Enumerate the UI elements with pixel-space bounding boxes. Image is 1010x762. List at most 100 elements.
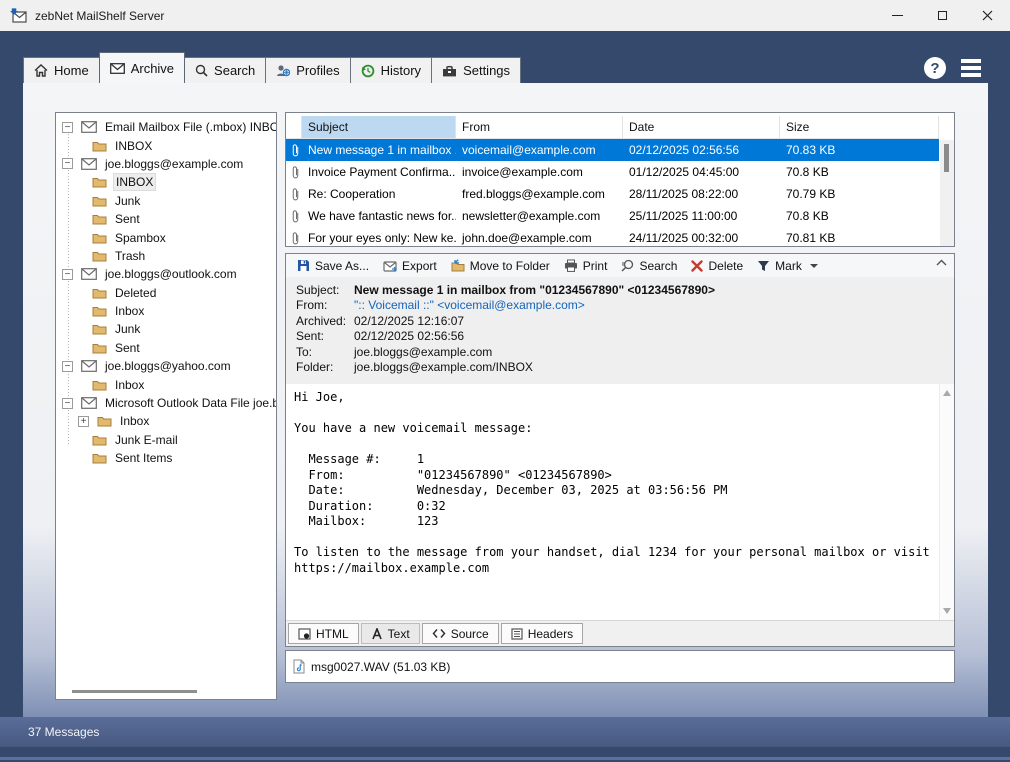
tab-label: Profiles xyxy=(296,63,339,78)
tree-item-mailbox[interactable]: − Email Mailbox File (.mbox) INBOX xyxy=(56,118,276,136)
tab-search[interactable]: Search xyxy=(184,57,266,83)
save-as-button[interactable]: Save As... xyxy=(290,259,376,273)
message-row[interactable]: For your eyes only: New ke... john.doe@e… xyxy=(286,227,939,247)
tree-horizontal-scrollbar[interactable] xyxy=(60,687,272,696)
move-to-folder-button[interactable]: Move to Folder xyxy=(444,259,557,273)
menu-icon[interactable] xyxy=(961,59,981,77)
text-view-icon xyxy=(371,628,383,640)
tree-item-folder[interactable]: INBOX xyxy=(56,136,276,154)
tree-item-folder[interactable]: Spambox xyxy=(56,228,276,246)
search-button[interactable]: Search xyxy=(614,259,684,273)
tree-item-folder[interactable]: Junk xyxy=(56,320,276,338)
cell-subject: Invoice Payment Confirma... xyxy=(302,165,456,179)
cell-size: 70.83 KB xyxy=(780,143,939,157)
view-tab-source[interactable]: Source xyxy=(422,623,499,644)
mailbox-icon xyxy=(81,397,97,409)
cell-from: newsletter@example.com xyxy=(456,209,623,223)
collapse-pane-button[interactable] xyxy=(936,259,947,266)
message-row[interactable]: Invoice Payment Confirma... invoice@exam… xyxy=(286,161,939,183)
view-tab-text[interactable]: Text xyxy=(361,623,420,644)
delete-label: Delete xyxy=(708,259,743,273)
list-vertical-scrollbar[interactable] xyxy=(940,140,954,246)
tab-profiles[interactable]: Profiles xyxy=(265,57,350,83)
cell-size: 70.8 KB xyxy=(780,209,939,223)
mailbox-icon xyxy=(81,360,97,372)
tree-item-label: Spambox xyxy=(113,230,168,246)
search-label: Search xyxy=(639,259,677,273)
tree-item-folder[interactable]: Sent xyxy=(56,210,276,228)
folder-icon xyxy=(92,250,107,262)
close-button[interactable] xyxy=(965,0,1010,31)
html-view-icon xyxy=(298,628,311,640)
tree-item-folder[interactable]: Junk xyxy=(56,192,276,210)
header-label-folder: Folder: xyxy=(296,360,354,375)
folder-icon xyxy=(97,415,112,427)
attachment-column-header[interactable] xyxy=(286,116,302,138)
tree-item-mailbox[interactable]: − Microsoft Outlook Data File joe.bl xyxy=(56,394,276,412)
tab-label: History xyxy=(381,63,421,78)
column-header-size[interactable]: Size xyxy=(780,116,939,138)
tab-archive[interactable]: Archive xyxy=(99,52,185,83)
message-row[interactable]: We have fantastic news for... newsletter… xyxy=(286,205,939,227)
tree-item-label: joe.bloggs@yahoo.com xyxy=(103,358,233,374)
cell-subject: For your eyes only: New ke... xyxy=(302,231,456,245)
help-icon[interactable]: ? xyxy=(924,57,946,79)
tab-home[interactable]: Home xyxy=(23,57,100,83)
message-row-selected[interactable]: New message 1 in mailbox ... voicemail@e… xyxy=(286,139,939,161)
tree-item-mailbox[interactable]: − joe.bloggs@example.com xyxy=(56,155,276,173)
expand-toggle-icon[interactable]: + xyxy=(78,416,89,427)
status-bar: 37 Messages xyxy=(0,717,1010,747)
collapse-toggle-icon[interactable]: − xyxy=(62,158,73,169)
maximize-button[interactable] xyxy=(920,0,965,31)
folder-tree[interactable]: − Email Mailbox File (.mbox) INBOX INBOX… xyxy=(55,112,277,700)
tree-item-label: Junk xyxy=(113,193,142,209)
tree-item-folder[interactable]: Inbox xyxy=(56,375,276,393)
scroll-down-arrow-icon[interactable] xyxy=(943,608,951,614)
cell-size: 70.79 KB xyxy=(780,187,939,201)
collapse-toggle-icon[interactable]: − xyxy=(62,122,73,133)
collapse-toggle-icon[interactable]: − xyxy=(62,269,73,280)
tree-item-folder[interactable]: Sent Items xyxy=(56,449,276,467)
column-header-from[interactable]: From xyxy=(456,116,623,138)
scrollbar-thumb[interactable] xyxy=(944,144,949,172)
attachment-item[interactable]: msg0027.WAV (51.03 KB) xyxy=(311,660,450,674)
tab-history[interactable]: History xyxy=(350,57,432,83)
save-as-label: Save As... xyxy=(315,259,369,273)
tab-settings[interactable]: Settings xyxy=(431,57,521,83)
tree-item-folder[interactable]: + Inbox xyxy=(56,412,276,430)
tree-item-folder[interactable]: Sent xyxy=(56,339,276,357)
view-tab-headers[interactable]: Headers xyxy=(501,623,583,644)
body-vertical-scrollbar[interactable] xyxy=(939,384,954,620)
message-headers: Subject:New message 1 in mailbox from "0… xyxy=(286,277,954,384)
tree-item-mailbox[interactable]: − joe.bloggs@outlook.com xyxy=(56,265,276,283)
column-header-date[interactable]: Date xyxy=(623,116,780,138)
tree-item-label: Inbox xyxy=(113,377,146,393)
source-view-icon xyxy=(432,628,446,639)
print-button[interactable]: Print xyxy=(557,259,615,273)
mark-button[interactable]: Mark xyxy=(750,259,825,273)
scrollbar-thumb[interactable] xyxy=(72,690,197,693)
tree-item-folder[interactable]: Trash xyxy=(56,247,276,265)
collapse-toggle-icon[interactable]: − xyxy=(62,361,73,372)
app-mail-icon xyxy=(10,8,28,24)
tree-item-folder[interactable]: Inbox xyxy=(56,302,276,320)
collapse-toggle-icon[interactable]: − xyxy=(62,398,73,409)
tree-item-label: joe.bloggs@example.com xyxy=(103,156,245,172)
minimize-button[interactable] xyxy=(875,0,920,31)
header-value-from-link[interactable]: ":: Voicemail ::" <voicemail@example.com… xyxy=(354,298,585,313)
tree-item-folder[interactable]: Junk E-mail xyxy=(56,431,276,449)
cell-date: 02/12/2025 02:56:56 xyxy=(623,143,780,157)
delete-button[interactable]: Delete xyxy=(684,259,750,273)
export-button[interactable]: Export xyxy=(376,259,444,273)
window-bottom-edge xyxy=(0,757,1010,760)
move-folder-icon xyxy=(451,259,465,272)
message-row[interactable]: Re: Cooperation fred.bloggs@example.com … xyxy=(286,183,939,205)
view-tab-html[interactable]: HTML xyxy=(288,623,359,644)
scroll-up-arrow-icon[interactable] xyxy=(943,390,951,396)
column-header-subject[interactable]: Subject xyxy=(302,116,456,138)
tree-item-mailbox[interactable]: − joe.bloggs@yahoo.com xyxy=(56,357,276,375)
export-icon xyxy=(383,260,397,272)
tree-item-folder[interactable]: Deleted xyxy=(56,284,276,302)
tree-item-folder-selected[interactable]: INBOX xyxy=(56,173,276,191)
header-label-archived: Archived: xyxy=(296,314,354,329)
